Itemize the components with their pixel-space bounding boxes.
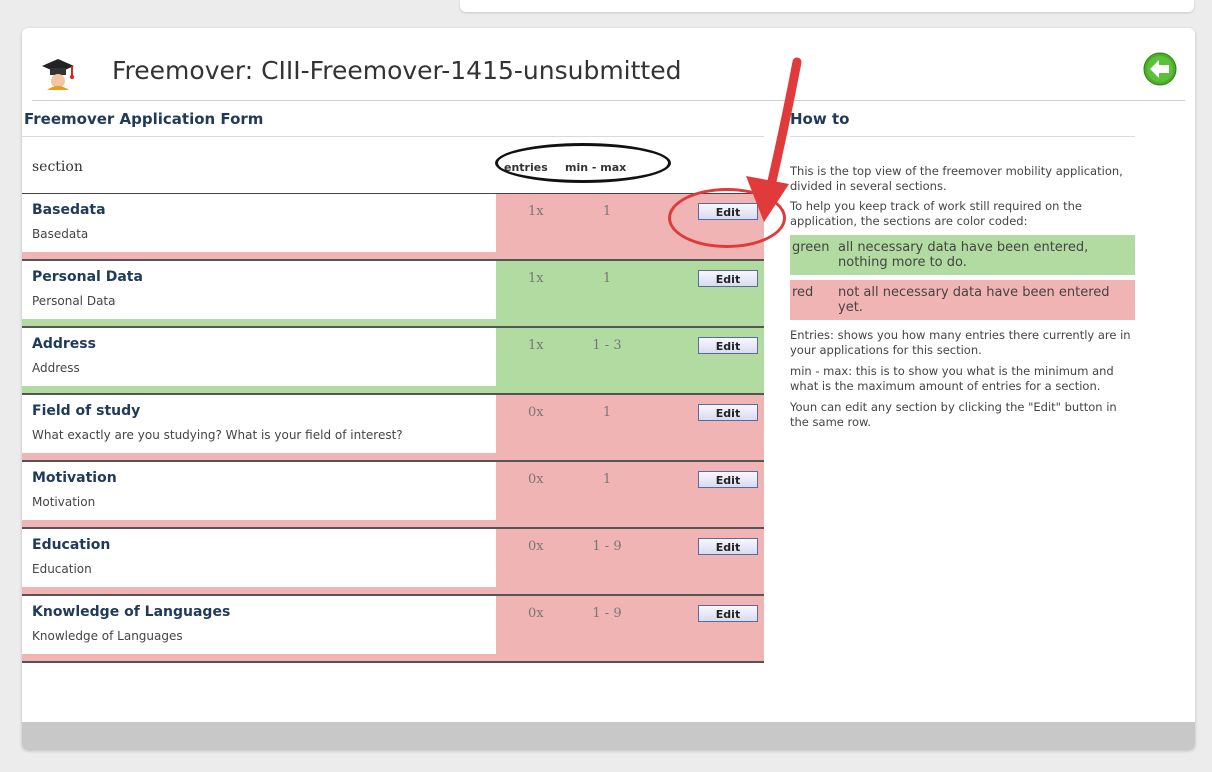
- row-entries: 0x: [528, 539, 544, 554]
- row-name: Address: [32, 336, 96, 352]
- legend-text: all necessary data have been entered, no…: [838, 240, 1089, 270]
- column-section: section: [32, 159, 83, 175]
- howto-text: min - max: this is to show you what is t…: [790, 364, 1114, 393]
- row-entries: 0x: [528, 472, 544, 487]
- row-description: Address: [32, 361, 80, 375]
- table-row: Basedata Basedata 1x 1 Edit: [22, 188, 786, 261]
- row-description: Education: [32, 562, 92, 576]
- table-row: Field of study What exactly are you study…: [22, 395, 764, 462]
- page-title: Freemover: CIII-Freemover-1415-unsubmitt…: [112, 56, 682, 85]
- row-entries: 1x: [528, 204, 544, 219]
- howto-panel: How to This is the top view of the freem…: [790, 108, 1135, 430]
- row-minmax: 1: [602, 204, 612, 219]
- legend-green: green all necessary data have been enter…: [790, 235, 1135, 275]
- status-strip: [22, 453, 496, 460]
- edit-button[interactable]: Edit: [698, 270, 758, 287]
- page-header: Freemover: CIII-Freemover-1415-unsubmitt…: [32, 48, 1185, 101]
- row-name: Education: [32, 537, 111, 553]
- graduation-cap-icon: [42, 59, 74, 90]
- status-strip: [22, 319, 496, 326]
- status-strip: [22, 520, 496, 527]
- row-name: Basedata: [32, 202, 106, 218]
- row-minmax: 1 - 9: [592, 539, 622, 554]
- legend-key: red: [792, 285, 814, 300]
- row-description: What exactly are you studying? What is y…: [32, 428, 403, 442]
- annotation-ellipse: [495, 143, 671, 183]
- row-description: Basedata: [32, 227, 89, 241]
- row-name: Field of study: [32, 403, 141, 419]
- edit-button[interactable]: Edit: [698, 337, 758, 354]
- row-entries: 1x: [528, 338, 544, 353]
- annotation-circle: [668, 188, 786, 248]
- row-name: Knowledge of Languages: [32, 604, 231, 620]
- status-strip: [22, 386, 496, 393]
- status-strip: [22, 587, 496, 594]
- legend-key: green: [792, 240, 830, 255]
- row-minmax: 1 - 3: [592, 338, 622, 353]
- howto-text: Entries: shows you how many entries ther…: [790, 328, 1131, 357]
- status-strip: [22, 654, 496, 661]
- row-minmax: 1: [602, 271, 612, 286]
- howto-title: How to: [790, 108, 1135, 137]
- legend-text: not all necessary data have been entered…: [838, 285, 1110, 315]
- row-minmax: 1 - 9: [592, 606, 622, 621]
- panel-footer: [22, 722, 1195, 750]
- row-entries: 0x: [528, 405, 544, 420]
- status-strip: [22, 252, 496, 259]
- row-description: Motivation: [32, 495, 96, 509]
- application-form: Freemover Application Form section entri…: [22, 108, 786, 663]
- howto-text: To help you keep track of work still req…: [790, 199, 1082, 228]
- row-minmax: 1: [602, 405, 612, 420]
- row-description: Personal Data: [32, 294, 116, 308]
- howto-text: Youn can edit any section by clicking th…: [790, 400, 1117, 429]
- top-bar: [460, 0, 1194, 12]
- row-entries: 1x: [528, 271, 544, 286]
- table-row: Motivation Motivation 0x 1 Edit: [22, 462, 764, 529]
- row-name: Personal Data: [32, 269, 143, 285]
- back-arrow-icon[interactable]: [1143, 52, 1177, 86]
- table-row: Education Education 0x 1 - 9 Edit: [22, 529, 764, 596]
- table-row: Knowledge of Languages Knowledge of Langu…: [22, 596, 764, 663]
- edit-button[interactable]: Edit: [698, 471, 758, 488]
- table-row: Address Address 1x 1 - 3 Edit: [22, 328, 764, 395]
- table-row: Personal Data Personal Data 1x 1 Edit: [22, 261, 764, 328]
- row-minmax: 1: [602, 472, 612, 487]
- row-name: Motivation: [32, 470, 117, 486]
- edit-button[interactable]: Edit: [698, 538, 758, 555]
- howto-text: This is the top view of the freemover mo…: [790, 164, 1123, 193]
- edit-button[interactable]: Edit: [698, 404, 758, 421]
- form-title: Freemover Application Form: [22, 108, 764, 137]
- legend-red: red not all necessary data have been ent…: [790, 280, 1135, 320]
- table-header: section entries min - max: [22, 137, 764, 194]
- row-entries: 0x: [528, 606, 544, 621]
- edit-button[interactable]: Edit: [698, 605, 758, 622]
- row-description: Knowledge of Languages: [32, 629, 183, 643]
